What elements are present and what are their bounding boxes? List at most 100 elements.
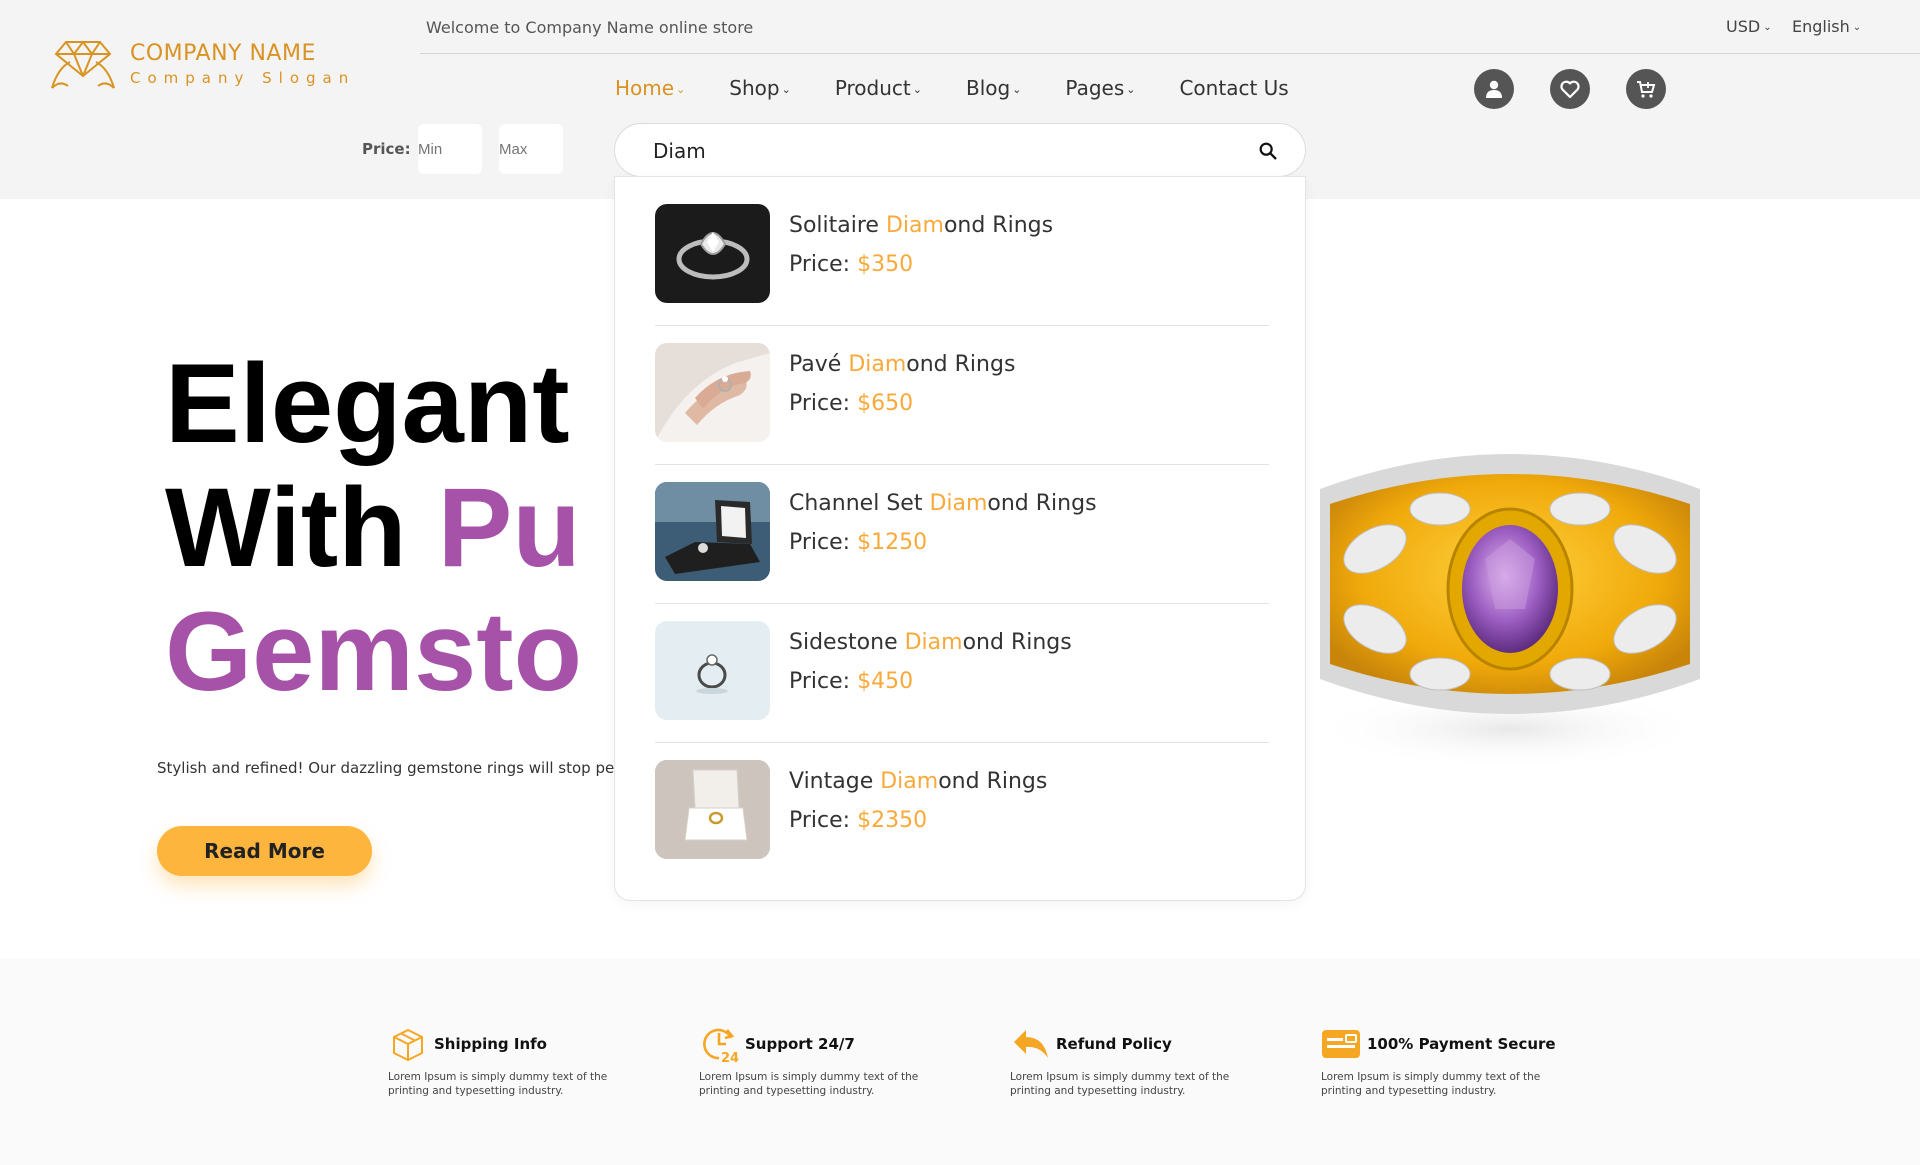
nav-item-label: Pages — [1065, 76, 1125, 100]
result-name: Sidestone Diamond Rings — [789, 630, 1072, 655]
top-bar: Welcome to Company Name online store USD… — [420, 0, 1920, 54]
gemstone-ring-image — [1310, 454, 1710, 769]
chevron-down-icon: ⌄ — [676, 83, 686, 96]
chevron-down-icon: ⌄ — [781, 83, 791, 96]
search-result-item[interactable]: Channel Set Diamond Rings Price: $1250 — [655, 455, 1269, 595]
result-price-amount: $350 — [857, 252, 914, 277]
currency-selector[interactable]: USD ⌄ — [1726, 17, 1772, 36]
search-input[interactable] — [653, 136, 1233, 166]
cart-icon — [1637, 81, 1656, 98]
nav-item-home[interactable]: Home ⌄ — [615, 76, 685, 100]
result-name-suffix: ond Rings — [962, 630, 1072, 655]
search-results-dropdown: Solitaire Diamond Rings Price: $350 Pavé… — [614, 176, 1306, 901]
result-price: Price: $2350 — [789, 808, 927, 833]
chevron-down-icon: ⌄ — [1012, 83, 1022, 96]
feature-refund: Refund Policy Lorem Ipsum is simply dumm… — [1010, 1024, 1240, 1098]
hero-title-line1: Elegant — [165, 341, 570, 466]
chevron-down-icon: ⌄ — [1852, 22, 1862, 33]
result-name-prefix: Sidestone — [789, 630, 905, 655]
price-filter-label: Price: — [362, 140, 411, 158]
result-name-suffix: ond Rings — [943, 213, 1054, 238]
company-slogan: Company Slogan — [130, 69, 356, 87]
feature-text: Lorem Ipsum is simply dummy text of the … — [699, 1071, 919, 1097]
result-price-label: Price: — [789, 808, 851, 833]
box-icon — [393, 1029, 423, 1061]
hero-title-line2-black: With — [165, 465, 438, 590]
feature-shipping: Shipping Info Lorem Ipsum is simply dumm… — [388, 1024, 618, 1098]
nav-item-label: Contact Us — [1179, 76, 1289, 100]
account-button[interactable] — [1474, 69, 1514, 109]
hero-title-line2: With Pu — [165, 466, 582, 590]
result-name: Solitaire Diamond Rings — [789, 213, 1053, 238]
feature-payment: 100% Payment Secure Lorem Ipsum is simpl… — [1321, 1024, 1556, 1098]
result-thumbnail — [655, 760, 770, 859]
result-price-amount: $650 — [857, 391, 914, 416]
nav-item-blog[interactable]: Blog ⌄ — [966, 76, 1021, 100]
price-max-input[interactable] — [499, 124, 563, 174]
result-thumbnail — [655, 204, 770, 303]
company-name: COMPANY NAME — [130, 41, 316, 66]
nav-item-label: Product — [834, 76, 911, 100]
nav-item-shop[interactable]: Shop ⌄ — [729, 76, 791, 100]
result-name-suffix: ond Rings — [906, 352, 1016, 377]
feature-title: Support 24/7 — [745, 1035, 855, 1053]
chevron-down-icon: ⌄ — [1126, 83, 1136, 96]
language-selector[interactable]: English ⌄ — [1792, 17, 1861, 36]
result-name-suffix: ond Rings — [987, 491, 1097, 516]
cart-button[interactable] — [1626, 69, 1666, 109]
hero-title: Elegant With Pu Gemsto — [165, 342, 582, 714]
wishlist-button[interactable] — [1550, 69, 1590, 109]
result-name-match: Diam — [880, 769, 939, 794]
logo[interactable]: COMPANY NAME Company Slogan — [48, 36, 355, 92]
search-result-item[interactable]: Pavé Diamond Rings Price: $650 — [655, 316, 1269, 456]
nav-item-label: Blog — [965, 76, 1011, 100]
price-min-input[interactable] — [418, 124, 482, 174]
nav-item-product[interactable]: Product ⌄ — [835, 76, 922, 100]
result-price-amount: $1250 — [857, 530, 928, 555]
read-more-button[interactable]: Read More — [157, 826, 372, 876]
search-result-item[interactable]: Sidestone Diamond Rings Price: $450 — [655, 594, 1269, 734]
result-price-label: Price: — [789, 252, 851, 277]
support-24-icon: 24 — [703, 1028, 739, 1064]
site-header: COMPANY NAME Company Slogan Welcome to C… — [0, 0, 1920, 199]
user-icon — [1486, 80, 1502, 98]
result-name-match: Diam — [848, 352, 907, 377]
result-price: Price: $1250 — [789, 530, 927, 555]
result-thumbnail — [655, 343, 770, 442]
return-arrow-icon — [1014, 1030, 1048, 1058]
nav-item-label: Home — [615, 76, 675, 100]
sidestone-ring-image — [655, 621, 770, 720]
search-result-item[interactable]: Vintage Diamond Rings Price: $2350 — [655, 733, 1269, 873]
result-price-label: Price: — [789, 530, 851, 555]
result-name-prefix: Channel Set — [789, 491, 930, 516]
search-bar — [614, 123, 1306, 177]
ring-box-image — [655, 482, 770, 581]
main-nav: Home ⌄ Shop ⌄ Product ⌄ Blog ⌄ Pages ⌄ Contac… — [615, 76, 1333, 100]
result-price: Price: $450 — [789, 669, 913, 694]
chevron-down-icon: ⌄ — [1763, 22, 1772, 33]
feature-text: Lorem Ipsum is simply dummy text of the … — [1321, 1071, 1541, 1097]
result-name-suffix: ond Rings — [938, 769, 1048, 794]
chevron-down-icon: ⌄ — [912, 83, 922, 96]
result-price-amount: $450 — [857, 669, 914, 694]
hero-title-line2-purple: Pu — [437, 465, 581, 590]
result-price: Price: $350 — [789, 252, 913, 277]
search-icon[interactable] — [1257, 140, 1279, 162]
feature-title: Refund Policy — [1056, 1035, 1172, 1053]
search-result-item[interactable]: Solitaire Diamond Rings Price: $350 — [655, 177, 1269, 317]
nav-item-pages[interactable]: Pages ⌄ — [1065, 76, 1135, 100]
result-thumbnail — [655, 621, 770, 720]
svg-text:24: 24 — [721, 1051, 739, 1064]
features-section: Shipping Info Lorem Ipsum is simply dumm… — [0, 959, 1920, 1165]
result-name-match: Diam — [885, 213, 944, 238]
result-price-label: Price: — [789, 669, 851, 694]
result-name-match: Diam — [929, 491, 988, 516]
nav-item-label: Shop — [729, 76, 780, 100]
hero-description: Stylish and refined! Our dazzling gemsto… — [157, 759, 656, 777]
result-name: Pavé Diamond Rings — [789, 352, 1015, 377]
hero-title-line3: Gemsto — [165, 589, 582, 714]
nav-item-contact[interactable]: Contact Us — [1179, 76, 1288, 100]
feature-text: Lorem Ipsum is simply dummy text of the … — [1010, 1071, 1230, 1097]
result-price-amount: $2350 — [857, 808, 928, 833]
pave-ring-image — [655, 343, 770, 442]
